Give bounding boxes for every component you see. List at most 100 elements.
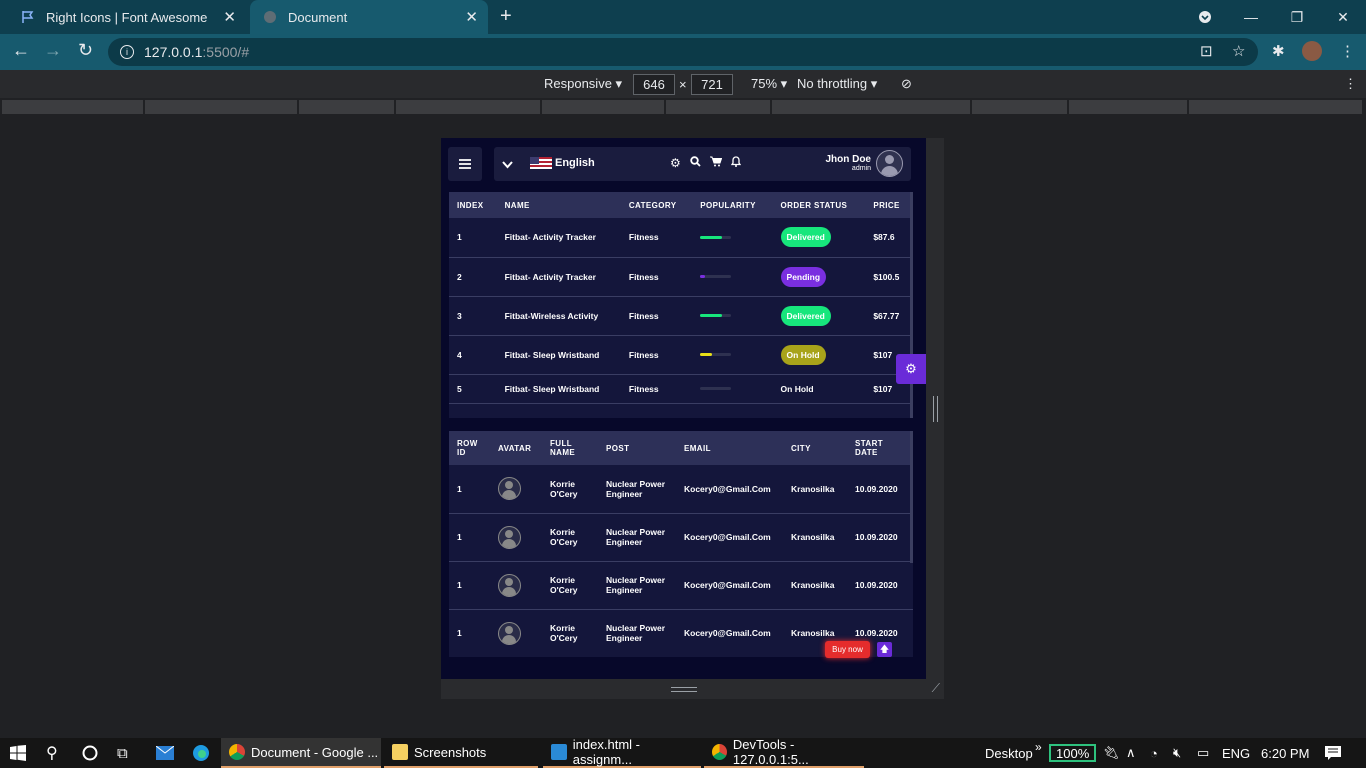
buy-now-button[interactable]: Buy now (825, 641, 870, 658)
bell-icon[interactable] (730, 156, 741, 170)
language-selector[interactable]: English (530, 157, 595, 169)
taskbar-app-vscode[interactable]: index.html - assignm... (543, 737, 701, 768)
search-icon[interactable] (690, 156, 701, 170)
restore-icon[interactable]: ❐ (1274, 0, 1320, 34)
translate-icon[interactable]: ⊡ (1200, 42, 1213, 60)
avatar-cell (490, 513, 542, 562)
viewport-right-handle[interactable] (926, 138, 944, 679)
power-plug-icon: 🔌︎ (1103, 745, 1120, 760)
clock[interactable]: 6:20 PM (1261, 738, 1309, 768)
wifi-icon[interactable]: ◔ (1150, 738, 1158, 768)
mail-icon[interactable] (156, 738, 174, 768)
battery-icon[interactable]: ▭ (1197, 738, 1209, 768)
settings-gear-button[interactable]: ⚙ (896, 354, 926, 384)
users-col-header[interactable]: CITY (783, 431, 847, 465)
zoom-dropdown[interactable]: 75% ▾ (751, 76, 787, 92)
product-category: Fitness (620, 257, 693, 297)
close-tab-icon[interactable]: ✕ (465, 8, 478, 26)
viewport-bottom-handle[interactable]: ⟋ (441, 679, 944, 699)
user-info[interactable]: Jhon Doe admin (825, 154, 871, 172)
url-bar[interactable]: i 127.0.0.1:5500/# (108, 38, 1258, 66)
gear-icon[interactable]: ⚙ (670, 156, 681, 170)
hamburger-menu-icon[interactable] (448, 147, 482, 181)
new-tab-button[interactable]: + (500, 5, 512, 28)
close-tab-icon[interactable]: ✕ (223, 8, 236, 26)
cart-icon[interactable] (709, 156, 722, 170)
info-icon[interactable]: i (120, 45, 134, 59)
orders-col-header[interactable]: INDEX (449, 192, 497, 218)
chevron-down-icon[interactable] (502, 156, 513, 174)
cortana-icon[interactable] (82, 738, 98, 768)
taskbar-app-explorer[interactable]: Screenshots (384, 738, 538, 768)
toolbar-expand-icon[interactable]: » (1035, 732, 1042, 762)
chrome-icon (712, 744, 727, 760)
us-flag-icon (530, 157, 552, 169)
star-icon[interactable]: ☆ (1232, 42, 1245, 60)
orders-col-header[interactable]: ORDER STATUS (772, 192, 866, 218)
popularity-bar (700, 275, 732, 278)
users-col-header[interactable]: ROW ID (449, 431, 490, 465)
tab-search-icon[interactable] (1182, 0, 1228, 34)
extensions-icon[interactable]: ✱ (1272, 42, 1285, 60)
profile-avatar[interactable] (1302, 41, 1322, 61)
row-id: 1 (449, 465, 490, 514)
browser-tab-1[interactable]: Right Icons | Font Awesome ✕ (8, 0, 246, 34)
users-col-header[interactable]: POST (598, 431, 676, 465)
scroll-top-button[interactable]: 🡅 (877, 642, 892, 657)
desktop-toolbar[interactable]: Desktop (985, 738, 1033, 768)
close-window-icon[interactable]: ✕ (1320, 0, 1366, 34)
orders-scrollbar[interactable] (910, 192, 913, 418)
language-indicator[interactable]: ENG (1222, 738, 1250, 768)
back-icon[interactable]: ← (12, 40, 30, 61)
rotate-icon[interactable]: ⊘ (901, 76, 912, 92)
forward-icon[interactable]: → (44, 40, 62, 61)
orders-col-header[interactable]: POPULARITY (692, 192, 773, 218)
row-index: 3 (449, 296, 497, 336)
browser-tab-2[interactable]: Document ✕ (250, 0, 488, 34)
user-avatar[interactable] (876, 150, 903, 177)
notifications-icon[interactable] (1325, 738, 1341, 768)
taskbar-app-chrome[interactable]: Document - Google ... (221, 738, 381, 768)
edge-icon[interactable] (192, 738, 210, 768)
table-row[interactable]: 2 Fitbat- Activity Tracker Fitness Pending $… (449, 257, 913, 297)
product-name: Fitbat- Activity Tracker (496, 218, 621, 258)
users-col-header[interactable]: FULL NAME (542, 431, 598, 465)
table-row[interactable]: 4 Fitbat- Sleep Wristband Fitness On Hold $1… (449, 335, 913, 375)
user-role: admin (851, 165, 871, 172)
orders-col-header[interactable]: PRICE (865, 192, 913, 218)
orders-col-header[interactable]: CATEGORY (620, 192, 693, 218)
taskbar-app-devtools[interactable]: DevTools - 127.0.0.1:5... (704, 737, 864, 768)
device-more-icon[interactable]: ⋮ (1344, 76, 1357, 92)
table-row[interactable]: 1 Korrie O'Cery Nuclear Power Engineer Koce… (449, 513, 913, 562)
row-index: 5 (449, 374, 497, 404)
search-icon[interactable]: ⚲ (46, 738, 58, 768)
responsive-dropdown[interactable]: Responsive ▾ (544, 76, 622, 92)
resize-corner-icon[interactable]: ⟋ (932, 681, 940, 696)
minimize-icon[interactable]: — (1228, 0, 1274, 34)
throttle-dropdown[interactable]: No throttling ▾ (797, 76, 877, 92)
product-name: Fitbat-Wireless Activity (496, 296, 621, 336)
orders-col-header[interactable]: NAME (496, 192, 621, 218)
table-row[interactable]: 1 Fitbat- Activity Tracker Fitness Delivere… (449, 218, 913, 258)
row-index: 2 (449, 257, 497, 297)
users-col-header[interactable]: AVATAR (490, 431, 542, 465)
users-scrollbar[interactable] (910, 431, 913, 563)
table-row[interactable]: 5 Fitbat- Sleep Wristband Fitness On Hold $1… (449, 374, 913, 404)
height-input[interactable]: 721 (691, 74, 733, 95)
task-view-icon[interactable]: ⧉ (117, 738, 128, 768)
table-row[interactable]: 1 Korrie O'Cery Nuclear Power Engineer Koce… (449, 465, 913, 514)
table-row[interactable]: 3 Fitbat-Wireless Activity Fitness Delivere… (449, 296, 913, 336)
users-col-header[interactable]: EMAIL (676, 431, 783, 465)
media-query-ruler[interactable] (0, 98, 1366, 116)
table-row[interactable]: 1 Korrie O'Cery Nuclear Power Engineer Koce… (449, 561, 913, 610)
volume-icon[interactable]: 🔇︎ (1173, 738, 1181, 768)
product-price: $67.77 (865, 296, 913, 336)
users-col-header[interactable]: START DATE (847, 431, 913, 465)
width-input[interactable]: 646 (633, 74, 675, 95)
reload-icon[interactable]: ↻ (78, 40, 93, 61)
menu-icon[interactable]: ⋮ (1340, 42, 1355, 60)
chevron-up-icon[interactable]: ∧ (1126, 738, 1136, 768)
row-id: 1 (449, 513, 490, 562)
post: Nuclear Power Engineer (598, 513, 676, 562)
windows-start-icon[interactable] (10, 738, 26, 768)
